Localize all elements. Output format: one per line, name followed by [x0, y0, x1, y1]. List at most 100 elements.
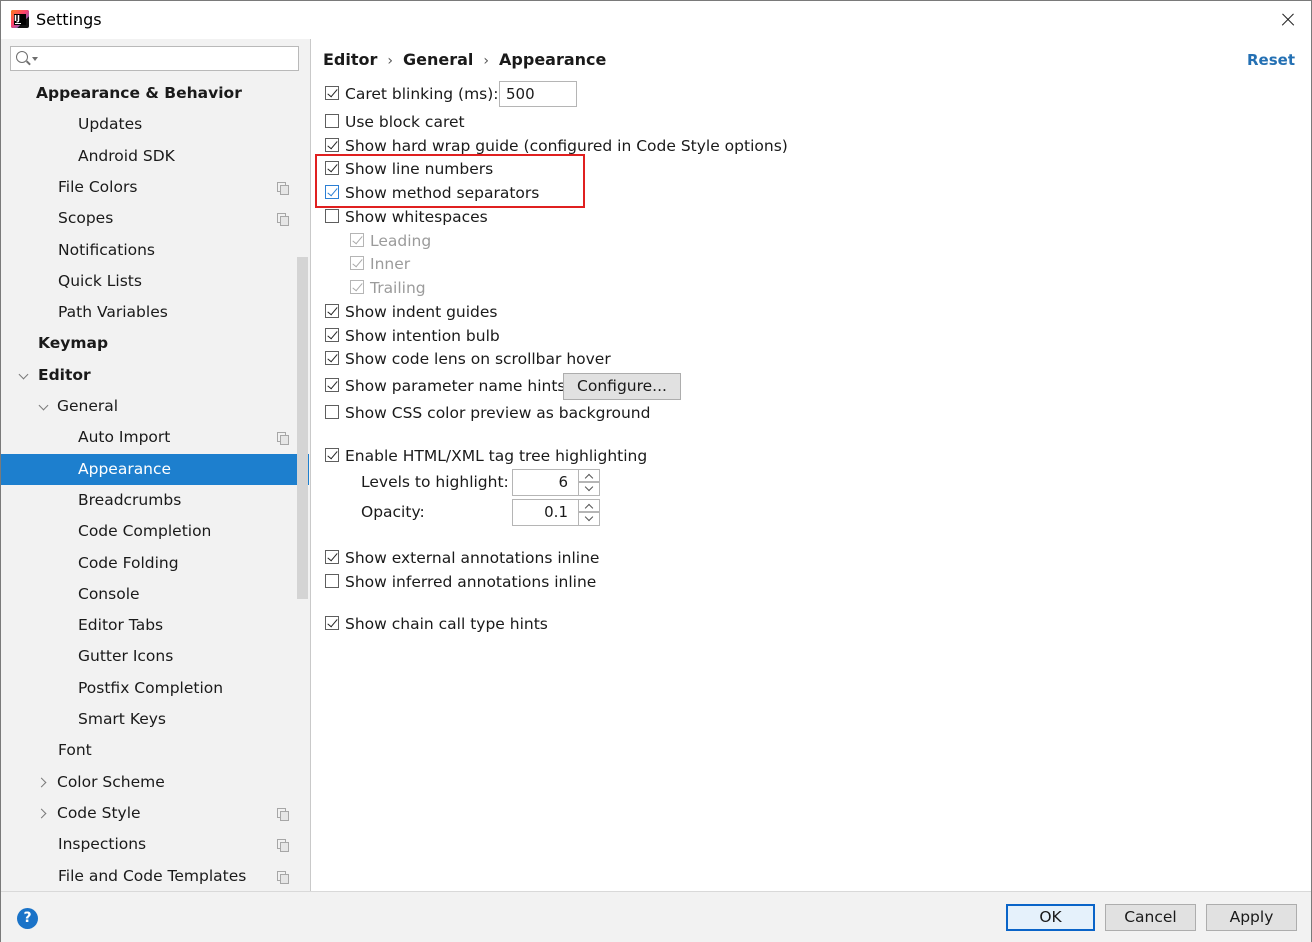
option-indent-guides[interactable]: Show indent guides	[325, 301, 498, 323]
option-intention-bulb[interactable]: Show intention bulb	[325, 325, 500, 347]
expand-chevron-down-icon[interactable]	[18, 360, 30, 391]
project-scope-icon	[277, 870, 289, 884]
reset-link[interactable]: Reset	[1247, 51, 1295, 69]
sidebar-item[interactable]: Appearance	[1, 453, 309, 485]
whitespaces-checkbox[interactable]	[325, 208, 339, 223]
settings-content: Editor › General › Appearance Reset Caret bl…	[311, 39, 1311, 891]
sidebar-item[interactable]: Editor Tabs	[1, 610, 309, 641]
sidebar-item[interactable]: Android SDK	[1, 141, 309, 172]
levels-decrement-icon[interactable]	[578, 482, 600, 496]
opacity-spinner[interactable]: 0.1	[512, 499, 600, 526]
project-scope-icon	[277, 839, 289, 853]
sidebar-item[interactable]: Font	[1, 735, 309, 766]
option-tag-tree-highlighting[interactable]: Enable HTML/XML tag tree highlighting	[325, 445, 647, 467]
sidebar-item[interactable]: Postfix Completion	[1, 673, 309, 704]
sidebar-item[interactable]: Notifications	[1, 235, 309, 266]
sidebar-item-label: Font	[58, 741, 92, 760]
option-block-caret[interactable]: Use block caret	[325, 111, 465, 133]
tag-tree-highlighting-checkbox[interactable]	[325, 447, 339, 462]
settings-search[interactable]	[10, 46, 299, 71]
breadcrumb-chevron-icon: ›	[387, 53, 394, 69]
sidebar-item-label: Appearance & Behavior	[36, 84, 242, 102]
sidebar-item-label: Inspections	[58, 835, 147, 854]
ok-button[interactable]: OK	[1006, 904, 1095, 931]
caret-blinking-checkbox[interactable]	[325, 85, 339, 100]
sidebar-item[interactable]: Smart Keys	[1, 704, 309, 735]
sidebar-item[interactable]: Editor	[1, 360, 309, 391]
intention-bulb-checkbox[interactable]	[325, 327, 339, 342]
search-options-chevron-icon[interactable]	[32, 57, 38, 61]
sidebar-item[interactable]: Breadcrumbs	[1, 485, 309, 516]
sidebar-item[interactable]: Gutter Icons	[1, 641, 309, 672]
sidebar-item[interactable]: Scopes	[1, 203, 309, 234]
sidebar-item[interactable]: File and Code Templates	[1, 861, 309, 892]
opacity-decrement-icon[interactable]	[578, 512, 600, 526]
help-icon[interactable]: ?	[17, 908, 38, 929]
sidebar-scrollbar-thumb[interactable]	[297, 257, 308, 599]
caret-blinking-input[interactable]: 500	[499, 81, 577, 107]
sidebar-item-label: Scopes	[58, 209, 114, 228]
opacity-increment-icon[interactable]	[578, 499, 600, 512]
external-annotations-checkbox[interactable]	[325, 549, 339, 564]
inner-checkbox	[350, 255, 364, 270]
option-external-annotations[interactable]: Show external annotations inline	[325, 547, 599, 569]
sidebar-item[interactable]: Path Variables	[1, 297, 309, 328]
levels-to-highlight-value[interactable]: 6	[512, 469, 578, 496]
sidebar-item[interactable]: Color Scheme	[1, 767, 309, 798]
sidebar-item-label: File Colors	[58, 177, 138, 196]
option-css-color-preview[interactable]: Show CSS color preview as background	[325, 402, 650, 424]
sidebar-item[interactable]: Keymap	[1, 328, 309, 359]
collapse-chevron-right-icon[interactable]	[38, 798, 50, 829]
sidebar-item[interactable]: Quick Lists	[1, 266, 309, 297]
chain-call-type-hints-checkbox[interactable]	[325, 615, 339, 630]
sidebar-item-label: Breadcrumbs	[78, 490, 182, 509]
inferred-annotations-checkbox[interactable]	[325, 573, 339, 588]
option-chain-call-type-hints[interactable]: Show chain call type hints	[325, 613, 548, 635]
close-button[interactable]	[1275, 7, 1301, 33]
sidebar-item[interactable]: File Colors	[1, 172, 309, 203]
whitespaces-label: Show whitespaces	[345, 208, 488, 226]
option-code-lens[interactable]: Show code lens on scrollbar hover	[325, 348, 611, 370]
sidebar-item[interactable]: Code Folding	[1, 548, 309, 579]
sidebar-item[interactable]: Inspections	[1, 829, 309, 860]
collapse-chevron-right-icon[interactable]	[38, 767, 50, 798]
hard-wrap-guide-label: Show hard wrap guide (configured in Code…	[345, 137, 788, 155]
annotation-highlight-box	[315, 154, 585, 208]
configure-button[interactable]: Configure...	[563, 373, 681, 400]
levels-increment-icon[interactable]	[578, 469, 600, 482]
option-inferred-annotations[interactable]: Show inferred annotations inline	[325, 571, 596, 593]
option-parameter-name-hints[interactable]: Show parameter name hints	[325, 375, 566, 397]
parameter-name-hints-checkbox[interactable]	[325, 377, 339, 392]
block-caret-checkbox[interactable]	[325, 113, 339, 128]
indent-guides-checkbox[interactable]	[325, 303, 339, 318]
sidebar-item[interactable]: General	[1, 391, 309, 422]
css-color-preview-checkbox[interactable]	[325, 404, 339, 419]
option-caret-blinking[interactable]: Caret blinking (ms):	[325, 83, 499, 105]
sidebar-item[interactable]: Console	[1, 579, 309, 610]
sidebar-item[interactable]: Auto Import	[1, 422, 309, 453]
option-inner: Inner	[350, 253, 410, 275]
option-trailing: Trailing	[350, 277, 426, 299]
hard-wrap-guide-checkbox[interactable]	[325, 137, 339, 152]
opacity-value[interactable]: 0.1	[512, 499, 578, 526]
sidebar-item-label: General	[57, 397, 119, 415]
sidebar-item[interactable]: Appearance & Behavior	[1, 78, 309, 109]
option-whitespaces[interactable]: Show whitespaces	[325, 206, 488, 228]
apply-button[interactable]: Apply	[1206, 904, 1297, 931]
search-input[interactable]	[41, 49, 295, 70]
sidebar-item[interactable]: Updates	[1, 109, 309, 140]
code-lens-checkbox[interactable]	[325, 350, 339, 365]
sidebar-item-label: Code Completion	[78, 522, 212, 541]
block-caret-label: Use block caret	[345, 113, 465, 131]
sidebar-scrollbar[interactable]	[297, 39, 309, 891]
cancel-button[interactable]: Cancel	[1105, 904, 1196, 931]
sidebar-item[interactable]: Code Style	[1, 798, 309, 829]
levels-to-highlight-label: Levels to highlight:	[361, 473, 509, 491]
levels-to-highlight-spinner[interactable]: 6	[512, 469, 600, 496]
sidebar-item[interactable]: Code Completion	[1, 516, 309, 547]
tag-tree-highlighting-label: Enable HTML/XML tag tree highlighting	[345, 447, 648, 465]
css-color-preview-label: Show CSS color preview as background	[345, 404, 651, 422]
expand-chevron-down-icon[interactable]	[38, 391, 50, 422]
indent-guides-label: Show indent guides	[345, 303, 498, 321]
sidebar-item-label: Auto Import	[78, 428, 171, 447]
